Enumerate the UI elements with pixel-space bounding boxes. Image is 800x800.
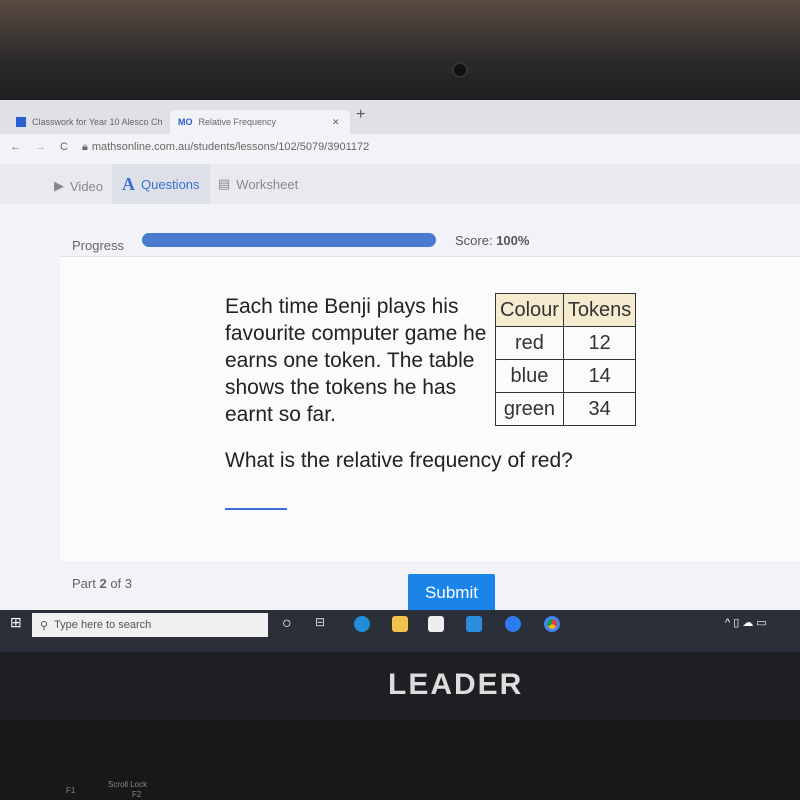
header-colour: Colour (495, 293, 564, 327)
question-prompt: What is the relative frequency of red? (225, 449, 573, 472)
address-bar[interactable]: ← → C 🔒︎ mathsonline.com.au/students/lesson… (0, 134, 800, 160)
browser-window: Classwork for Year 10 Alesco Ch ✕ MO Relat… (0, 100, 800, 612)
cell: blue (495, 359, 564, 393)
cell: 14 (562, 359, 637, 393)
search-placeholder: Type here to search (54, 619, 152, 631)
chrome-icon[interactable] (544, 616, 560, 632)
progress-fill (142, 233, 436, 247)
progress-row: Progress Score: 100% (0, 228, 800, 258)
part-number: 2 (99, 576, 107, 591)
key-f1: F1 (66, 786, 76, 795)
part-indicator: Part 2 of 3 (72, 576, 132, 591)
forward-icon[interactable]: → (35, 141, 46, 153)
cell: green (495, 392, 564, 426)
windows-taskbar: ⊞ ⚲ Type here to search ○ ⊟ ^ ▯ ☁ ▭ (0, 610, 800, 652)
tab-label: Classwork for Year 10 Alesco Ch (32, 117, 163, 127)
system-tray-icons[interactable]: ^ ▯ ☁ ▭ (725, 616, 767, 629)
tab-label: Video (70, 178, 104, 194)
table-row: blue 14 (495, 359, 637, 393)
tab-relative-frequency[interactable]: MO Relative Frequency ✕ (170, 110, 350, 134)
edge-icon[interactable] (354, 616, 370, 632)
tokens-table: Colour Tokens red 12 blue 14 green 34 (495, 293, 637, 426)
new-tab-button[interactable]: + (356, 106, 365, 124)
tab-label: Relative Frequency (198, 117, 277, 127)
url-text[interactable]: mathsonline.com.au/students/lessons/102/… (92, 141, 369, 153)
back-icon[interactable]: ← (10, 141, 21, 153)
background (0, 0, 800, 105)
tab-video[interactable]: ▶ Video (54, 178, 103, 194)
questions-icon: A (122, 173, 135, 194)
play-icon: ▶ (54, 178, 64, 193)
table-header: Colour Tokens (495, 293, 637, 327)
lesson-nav: ▶ Video A Questions ▤ Worksheet (0, 164, 800, 204)
key-f2: F2 (132, 790, 142, 799)
tab-label: Questions (141, 176, 200, 192)
taskbar-search[interactable]: ⚲ Type here to search (32, 613, 268, 637)
answer-input[interactable] (225, 482, 287, 510)
score-label: Score: (455, 233, 493, 248)
cell: 34 (562, 392, 637, 426)
classroom-icon (16, 117, 26, 127)
submit-button[interactable]: Submit (408, 574, 495, 612)
tab-questions[interactable]: A Questions (112, 164, 210, 204)
key-scroll-lock: Scroll Lock (108, 780, 148, 789)
cortana-icon[interactable]: ○ (282, 615, 292, 633)
mathsonline-icon: MO (178, 117, 193, 127)
search-icon: ⚲ (40, 619, 49, 632)
tab-worksheet[interactable]: ▤ Worksheet (218, 176, 298, 192)
cell: 12 (562, 326, 637, 360)
score-value: 100% (496, 233, 530, 248)
windows-start-icon[interactable]: ⊞ (10, 614, 22, 631)
tab-strip: Classwork for Year 10 Alesco Ch ✕ MO Relat… (0, 100, 800, 134)
file-explorer-icon[interactable] (392, 616, 408, 632)
reload-icon[interactable]: C (60, 141, 68, 153)
webcam (452, 62, 468, 78)
table-row: green 34 (495, 392, 637, 426)
mail-icon[interactable] (466, 616, 482, 632)
lock-icon: 🔒︎ (81, 140, 88, 153)
task-view-icon[interactable]: ⊟ (315, 615, 325, 629)
question-card: Each time Benji plays his favourite comp… (60, 256, 800, 561)
question-text: Each time Benji plays his favourite comp… (225, 295, 487, 426)
store-icon[interactable] (428, 616, 444, 632)
document-icon: ▤ (218, 176, 231, 191)
keyboard: F1 Scroll Lock F2 (0, 720, 800, 800)
table-row: red 12 (495, 326, 637, 360)
cell: red (495, 326, 564, 360)
progress-label: Progress (72, 238, 125, 253)
part-label: Part (72, 576, 96, 591)
part-total: of 3 (110, 576, 133, 591)
leader-logo: LEADER (388, 668, 524, 701)
score: Score: 100% (455, 233, 529, 248)
progress-bar (142, 233, 436, 247)
zoom-icon[interactable] (505, 616, 521, 632)
header-tokens: Tokens (562, 293, 637, 327)
tab-label: Worksheet (236, 176, 299, 192)
close-icon[interactable]: ✕ (332, 117, 340, 128)
